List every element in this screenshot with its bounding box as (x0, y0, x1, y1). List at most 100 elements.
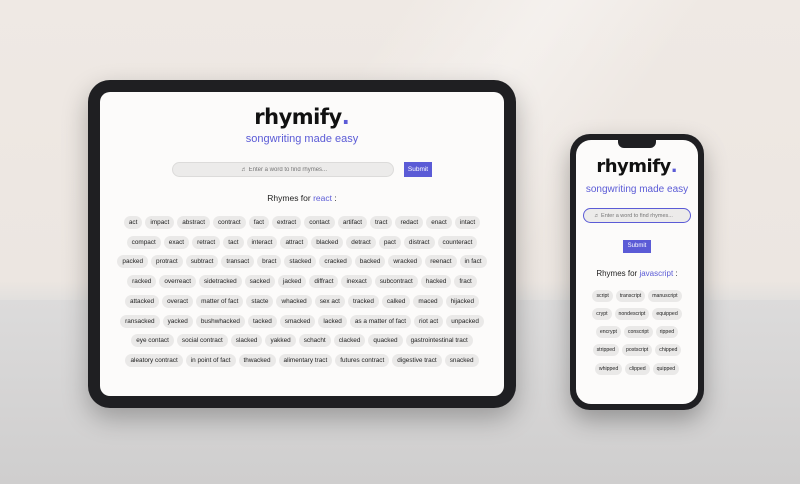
rhyme-chip[interactable]: yacked (162, 314, 193, 328)
rhyme-chip[interactable]: subtract (185, 255, 219, 269)
rhyme-chip[interactable]: snacked (444, 353, 479, 367)
rhyme-chip[interactable]: schacht (298, 334, 331, 348)
rhyme-chip[interactable]: gastrointestinal tract (405, 334, 473, 348)
rhyme-chip[interactable]: bushwhacked (195, 314, 245, 328)
rhyme-chip[interactable]: bract (257, 255, 282, 269)
rhyme-chip[interactable]: clacked (333, 334, 366, 348)
rhyme-chip[interactable]: ransacked (120, 314, 160, 328)
rhyme-chip[interactable]: clipped (625, 362, 650, 375)
rhyme-chip[interactable]: reenact (425, 255, 457, 269)
rhyme-chip[interactable]: attacked (124, 294, 160, 308)
rhyme-chip[interactable]: blacked (311, 235, 344, 249)
rhyme-chip[interactable]: quacked (368, 334, 403, 348)
rhyme-chip[interactable]: intact (454, 216, 481, 229)
rhyme-chip[interactable]: sidetracked (198, 275, 242, 289)
rhyme-chip[interactable]: tracked (347, 294, 379, 308)
rhyme-chip[interactable]: hijacked (445, 294, 480, 308)
rhyme-chip[interactable]: ripped (655, 326, 679, 339)
rhyme-chip[interactable]: stacte (246, 294, 274, 308)
rhyme-chip[interactable]: aleatory contract (125, 353, 183, 367)
rhyme-chip[interactable]: wracked (388, 255, 423, 269)
rhyme-chip[interactable]: slacked (230, 334, 263, 348)
rhyme-chip[interactable]: hacked (420, 275, 452, 289)
rhyme-chip[interactable]: transact (221, 255, 255, 269)
rhyme-chip[interactable]: digestive tract (392, 353, 442, 367)
submit-button[interactable]: Submit (404, 162, 432, 177)
rhyme-chip[interactable]: retract (192, 235, 221, 249)
rhyme-chip[interactable]: manuscript (648, 289, 682, 302)
rhyme-chip[interactable]: abstract (177, 216, 210, 229)
rhyme-chip[interactable]: detract (346, 235, 376, 249)
rhyme-chip[interactable]: packed (117, 255, 149, 269)
rhyme-chip[interactable]: in point of fact (185, 353, 236, 367)
rhyme-chip[interactable]: quipped (652, 362, 680, 375)
rhyme-chip[interactable]: stripped (592, 344, 620, 357)
rhyme-chip[interactable]: pact (378, 235, 401, 249)
search-input[interactable] (583, 208, 691, 223)
rhyme-chip[interactable]: overact (162, 294, 194, 308)
submit-button[interactable]: Submit (623, 239, 651, 253)
rhyme-chip[interactable]: inexact (341, 275, 372, 289)
rhyme-chip[interactable]: interact (246, 235, 278, 249)
rhyme-chip[interactable]: jacked (277, 275, 307, 289)
rhyme-chip[interactable]: artifact (337, 216, 367, 229)
rhyme-chip[interactable]: alimentary tract (278, 353, 333, 367)
rhyme-chip[interactable]: tacked (247, 314, 277, 328)
rhyme-chip[interactable]: compact (126, 235, 161, 249)
rhyme-chip[interactable]: redact (395, 216, 424, 229)
rhyme-chip[interactable]: impact (145, 216, 175, 229)
rhyme-chip[interactable]: racked (127, 275, 157, 289)
rhyme-chip[interactable]: distract (403, 235, 435, 249)
rhyme-chip[interactable]: contact (304, 216, 335, 229)
rhyme-chip[interactable]: counteract (437, 235, 478, 249)
rhyme-chip[interactable]: whipped (594, 362, 623, 375)
rhyme-chip[interactable]: equipped (652, 307, 682, 320)
search-input[interactable] (172, 162, 394, 177)
rhyme-chip[interactable]: nondescript (614, 307, 650, 320)
rhyme-chip[interactable]: overreact (159, 275, 196, 289)
rhyme-chip[interactable]: conscript (623, 326, 653, 339)
rhyme-chip[interactable]: thwacked (238, 353, 276, 367)
rhyme-chip[interactable]: sacked (244, 275, 275, 289)
rhyme-chip[interactable]: riot act (414, 314, 444, 328)
rhyme-chip[interactable]: fract (454, 275, 477, 289)
rhyme-chip[interactable]: cracked (319, 255, 352, 269)
rhyme-chip[interactable]: matter of fact (196, 294, 244, 308)
rhyme-chip[interactable]: fact (248, 216, 270, 229)
rhyme-chip[interactable]: smacked (279, 314, 316, 328)
rhyme-chip[interactable]: protract (151, 255, 183, 269)
rhyme-chip[interactable]: tact (223, 235, 244, 249)
rhyme-chip[interactable]: tract (370, 216, 393, 229)
rhyme-chip[interactable]: yakked (265, 334, 296, 348)
rhyme-chip[interactable]: sex act (314, 294, 345, 308)
rhyme-chip[interactable]: in fact (459, 255, 487, 269)
rhyme-chip[interactable]: futures contract (335, 353, 390, 367)
rhyme-chip[interactable]: diffract (309, 275, 339, 289)
rhyme-chip[interactable]: whacked (276, 294, 312, 308)
rhyme-chip[interactable]: enact (426, 216, 452, 229)
rhyme-chip[interactable]: transcript (615, 289, 646, 302)
rhyme-chip[interactable]: calked (381, 294, 411, 308)
rhyme-chip[interactable]: subcontract (374, 275, 418, 289)
rhyme-chip[interactable]: act (123, 216, 143, 229)
rhyme-chip[interactable]: eye contact (131, 334, 174, 348)
rhyme-chip[interactable]: attract (280, 235, 309, 249)
rhyme-chip[interactable]: backed (354, 255, 386, 269)
rhyme-chip[interactable]: script (592, 289, 613, 302)
rhyme-chip[interactable]: exact (163, 235, 190, 249)
rhyme-chip[interactable]: encrypt (595, 326, 621, 339)
rhyme-chip[interactable]: stacked (284, 255, 317, 269)
rhyme-chip[interactable]: chipped (655, 344, 682, 357)
rhyme-chip[interactable]: extract (272, 216, 302, 229)
rhyme-results-list: act impact abstract contract fact extrac… (112, 215, 492, 373)
rhyme-chip[interactable]: lacked (318, 314, 347, 328)
rhyme-chip[interactable]: crypt (592, 307, 612, 320)
rhyme-chip[interactable]: contract (212, 216, 246, 229)
rhyme-chip[interactable]: postscript (622, 344, 653, 357)
rhyme-chip[interactable]: as a matter of fact (349, 314, 411, 328)
rhyme-chip[interactable]: maced (413, 294, 443, 308)
rhyme-chip[interactable]: social contract (176, 334, 228, 348)
tagline: songwriting made easy (585, 184, 689, 195)
tablet-device: rhymify. songwriting made easy Submit Rh… (88, 80, 516, 408)
rhyme-chip[interactable]: unpacked (446, 314, 484, 328)
